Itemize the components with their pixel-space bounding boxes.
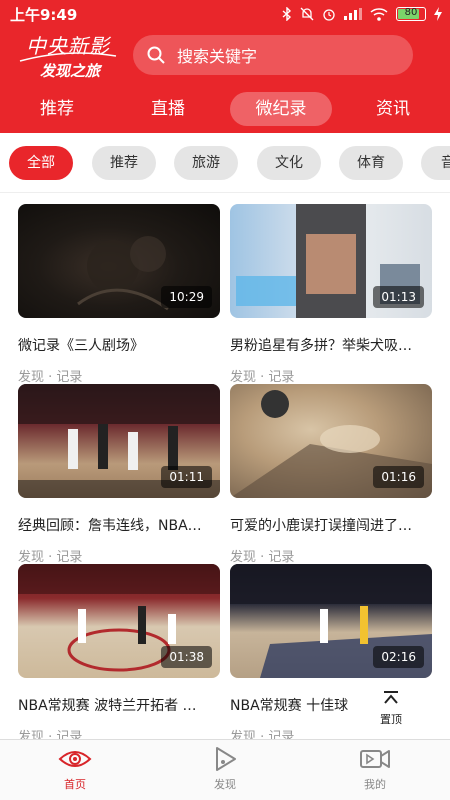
video-title[interactable]: 可爱的小鹿误打误撞闯进了… xyxy=(230,515,432,535)
top-tab-bar: 推荐 直播 微纪录 资讯 xyxy=(0,92,450,128)
video-duration: 01:38 xyxy=(161,646,212,668)
video-meta: 发现 · 记录 xyxy=(230,370,295,385)
wifi-icon xyxy=(370,7,388,21)
video-duration: 02:16 xyxy=(373,646,424,668)
video-meta: 发现 · 记录 xyxy=(18,370,83,385)
arrow-up-icon xyxy=(384,691,398,704)
nav-mine[interactable]: 我的 xyxy=(335,746,415,792)
video-title[interactable]: 男粉追星有多拼？举柴犬吸… xyxy=(230,335,432,355)
bottom-navigation: 首页 发现 我的 xyxy=(0,739,450,800)
eye-icon xyxy=(58,751,92,767)
charging-icon xyxy=(434,7,442,21)
video-duration: 01:11 xyxy=(161,466,212,488)
search-icon xyxy=(147,46,165,64)
tab-live[interactable]: 直播 xyxy=(128,92,208,126)
nav-mine-label: 我的 xyxy=(364,778,386,791)
back-to-top-label: 置顶 xyxy=(380,713,402,726)
category-chip-sports[interactable]: 体育 xyxy=(339,146,403,180)
tab-micro-documentary[interactable]: 微纪录 xyxy=(230,92,332,126)
video-thumbnail[interactable]: 01:38 xyxy=(18,564,220,678)
search-bar[interactable]: 搜索关键字 xyxy=(133,35,413,75)
tab-recommend[interactable]: 推荐 xyxy=(17,92,97,126)
category-filter-bar: 全部 推荐 旅游 文化 体育 音 xyxy=(0,133,450,193)
category-chip-culture[interactable]: 文化 xyxy=(257,146,321,180)
video-meta: 发现 · 记录 xyxy=(230,550,295,565)
bluetooth-icon xyxy=(282,7,292,21)
video-meta: 发现 · 记录 xyxy=(18,550,83,565)
battery-icon: 80 xyxy=(396,7,426,21)
video-meta: 发现 · 记录 xyxy=(230,730,295,739)
nav-home-label: 首页 xyxy=(64,778,86,791)
category-chip-all[interactable]: 全部 xyxy=(9,146,73,180)
search-placeholder: 搜索关键字 xyxy=(177,47,258,66)
status-icons: 80 xyxy=(282,7,442,21)
video-title[interactable]: NBA常规赛 波特兰开拓者 … xyxy=(18,695,220,715)
video-duration: 01:13 xyxy=(373,286,424,308)
video-thumbnail[interactable]: 01:11 xyxy=(18,384,220,498)
video-thumbnail[interactable]: 10:29 xyxy=(18,204,220,318)
logo-line2: 发现之旅 xyxy=(40,62,101,80)
mute-bell-icon xyxy=(300,7,314,21)
nav-discover[interactable]: 发现 xyxy=(185,746,265,792)
app-logo: 中央新影 发现之旅 xyxy=(18,30,118,80)
signal-icon xyxy=(344,8,362,20)
category-chip-travel[interactable]: 旅游 xyxy=(174,146,238,180)
status-time: 上午9:49 xyxy=(10,5,78,24)
alarm-icon xyxy=(323,9,335,21)
nav-discover-label: 发现 xyxy=(214,778,236,791)
play-icon xyxy=(216,747,236,771)
video-title[interactable]: 经典回顾：詹韦连线，NBA… xyxy=(18,515,220,535)
back-to-top-button[interactable]: 置顶 xyxy=(368,690,414,732)
tab-news[interactable]: 资讯 xyxy=(353,92,433,126)
video-thumbnail[interactable]: 01:13 xyxy=(230,204,432,318)
category-chip-recommend[interactable]: 推荐 xyxy=(92,146,156,180)
video-duration: 01:16 xyxy=(373,466,424,488)
video-duration: 10:29 xyxy=(161,286,212,308)
app-header: 上午9:49 80 中央新影 发现之旅 搜索关键字 推荐 直播 微纪录 资讯 xyxy=(0,0,450,133)
video-thumbnail[interactable]: 02:16 xyxy=(230,564,432,678)
nav-home[interactable]: 首页 xyxy=(35,746,115,792)
category-chip-music[interactable]: 音 xyxy=(421,146,450,180)
status-bar: 上午9:49 80 xyxy=(0,0,450,28)
battery-percent: 80 xyxy=(404,7,418,18)
video-meta: 发现 · 记录 xyxy=(18,730,83,739)
video-thumbnail[interactable]: 01:16 xyxy=(230,384,432,498)
video-title[interactable]: 微记录《三人剧场》 xyxy=(18,335,220,355)
video-camera-icon xyxy=(360,750,390,768)
video-feed: 10:29 微记录《三人剧场》 发现 · 记录 01:13 男粉追星有多拼？举柴… xyxy=(0,193,450,739)
